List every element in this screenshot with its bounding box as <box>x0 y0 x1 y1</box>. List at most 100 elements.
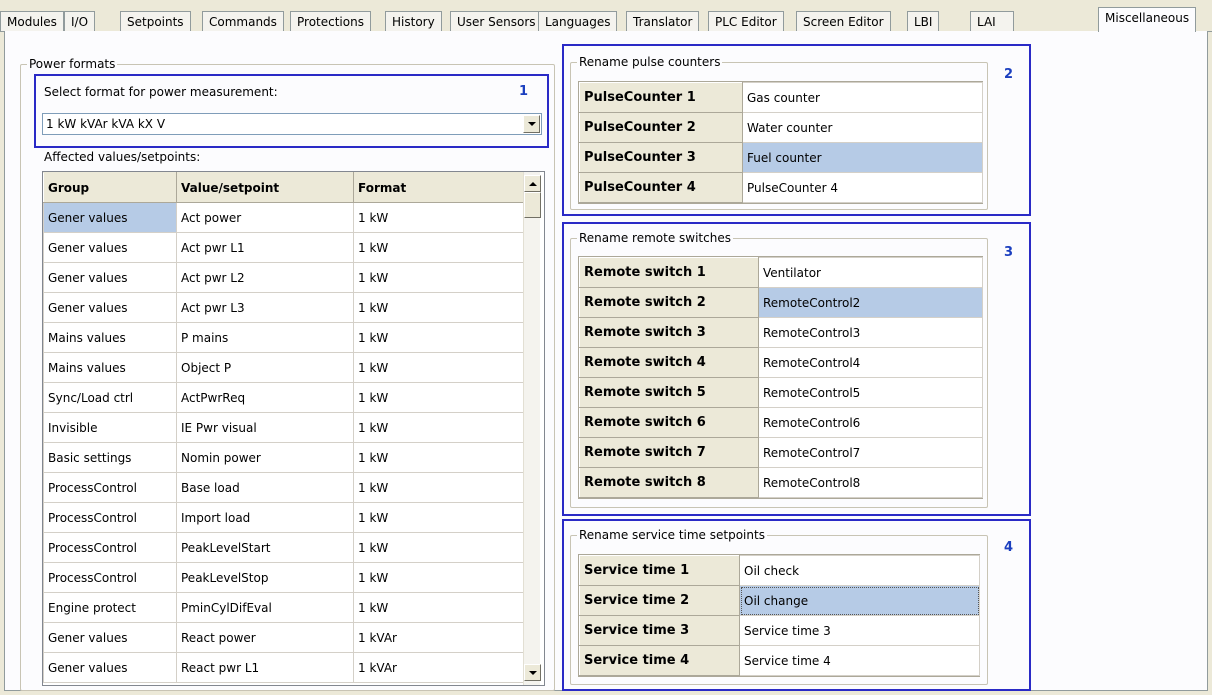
tab-translator[interactable]: Translator <box>626 11 700 31</box>
remote-switch-row[interactable]: Remote switch 5 RemoteControl5 <box>579 377 983 408</box>
column-header-group[interactable]: Group <box>43 172 177 203</box>
scroll-up-icon[interactable] <box>524 175 541 192</box>
format-cell[interactable]: 1 kW <box>353 382 524 413</box>
tab-user-sensors[interactable]: User Sensors <box>450 11 543 31</box>
table-row[interactable]: Gener values Act pwr L2 1 kW <box>43 262 524 293</box>
service-time-row[interactable]: Service time 3 Service time 3 <box>579 615 980 646</box>
remote-switch-value-field[interactable]: RemoteControl8 <box>758 467 983 498</box>
value-setpoint-cell[interactable]: PminCylDifEval <box>176 592 354 623</box>
table-row[interactable]: Gener values React pwr L1 1 kVAr <box>43 652 524 683</box>
group-cell[interactable]: Basic settings <box>43 442 177 473</box>
tab-lbi[interactable]: LBI <box>907 11 940 31</box>
remote-switch-row[interactable]: Remote switch 7 RemoteControl7 <box>579 437 983 468</box>
format-cell[interactable]: 1 kW <box>353 352 524 383</box>
group-cell[interactable]: ProcessControl <box>43 532 177 563</box>
pulse-counter-row[interactable]: PulseCounter 1 Gas counter <box>579 82 983 113</box>
table-row[interactable]: ProcessControl PeakLevelStart 1 kW <box>43 532 524 563</box>
remote-switch-row[interactable]: Remote switch 3 RemoteControl3 <box>579 317 983 348</box>
remote-switch-value-field[interactable]: Ventilator <box>758 257 983 288</box>
value-setpoint-cell[interactable]: React power <box>176 622 354 653</box>
pulse-counter-value-field[interactable]: Gas counter <box>742 82 983 113</box>
value-setpoint-cell[interactable]: P mains <box>176 322 354 353</box>
format-cell[interactable]: 1 kW <box>353 532 524 563</box>
scroll-down-icon[interactable] <box>524 664 541 681</box>
format-cell[interactable]: 1 kW <box>353 232 524 263</box>
table-row[interactable]: Basic settings Nomin power 1 kW <box>43 442 524 473</box>
group-cell[interactable]: Engine protect <box>43 592 177 623</box>
value-setpoint-cell[interactable]: Nomin power <box>176 442 354 473</box>
service-time-row[interactable]: Service time 4 Service time 4 <box>579 645 980 676</box>
group-cell[interactable]: Gener values <box>43 292 177 323</box>
tab-lai[interactable]: LAI <box>970 11 1014 31</box>
tab-modules[interactable]: Modules <box>0 11 64 31</box>
table-row[interactable]: Invisible IE Pwr visual 1 kW <box>43 412 524 443</box>
value-setpoint-cell[interactable]: Act power <box>176 202 354 233</box>
group-cell[interactable]: Gener values <box>43 622 177 653</box>
remote-switch-row[interactable]: Remote switch 1 Ventilator <box>579 257 983 288</box>
chevron-down-icon[interactable] <box>523 115 540 133</box>
value-setpoint-cell[interactable]: Act pwr L2 <box>176 262 354 293</box>
pulse-counter-row[interactable]: PulseCounter 2 Water counter <box>579 112 983 143</box>
service-time-value-field[interactable]: Service time 3 <box>739 615 980 646</box>
format-cell[interactable]: 1 kW <box>353 562 524 593</box>
table-row[interactable]: Gener values Act power 1 kW <box>43 202 524 233</box>
format-cell[interactable]: 1 kW <box>353 292 524 323</box>
remote-switch-row[interactable]: Remote switch 2 RemoteControl2 <box>579 287 983 318</box>
group-cell[interactable]: Gener values <box>43 232 177 263</box>
table-row[interactable]: Gener values Act pwr L1 1 kW <box>43 232 524 263</box>
tab-io[interactable]: I/O <box>64 11 96 31</box>
column-header-value-setpoint[interactable]: Value/setpoint <box>176 172 354 203</box>
table-row[interactable]: Gener values Act pwr L3 1 kW <box>43 292 524 323</box>
value-setpoint-cell[interactable]: PeakLevelStart <box>176 532 354 563</box>
table-row[interactable]: Mains values Object P1 kW <box>43 352 524 383</box>
table-row[interactable]: Engine protect PminCylDifEval 1 kW <box>43 592 524 623</box>
service-time-value-field[interactable]: Service time 4 <box>739 645 980 676</box>
group-cell[interactable]: Invisible <box>43 412 177 443</box>
pulse-counter-row[interactable]: PulseCounter 4 PulseCounter 4 <box>579 172 983 203</box>
value-setpoint-cell[interactable]: PeakLevelStop <box>176 562 354 593</box>
pulse-counter-value-field[interactable]: PulseCounter 4 <box>742 172 983 203</box>
table-scrollbar[interactable] <box>523 172 541 685</box>
group-cell[interactable]: Gener values <box>43 262 177 293</box>
format-cell[interactable]: 1 kVAr <box>353 652 524 683</box>
tab-history[interactable]: History <box>385 11 442 31</box>
group-cell[interactable]: Gener values <box>43 652 177 683</box>
format-cell[interactable]: 1 kVAr <box>353 622 524 653</box>
service-time-value-field[interactable]: Oil check <box>739 555 980 586</box>
pulse-counter-value-field[interactable]: Fuel counter <box>742 142 983 173</box>
group-cell[interactable]: ProcessControl <box>43 502 177 533</box>
value-setpoint-cell[interactable]: Import load <box>176 502 354 533</box>
remote-switch-value-field[interactable]: RemoteControl5 <box>758 377 983 408</box>
remote-switch-value-field[interactable]: RemoteControl6 <box>758 407 983 438</box>
remote-switch-value-field[interactable]: RemoteControl3 <box>758 317 983 348</box>
group-cell[interactable]: ProcessControl <box>43 472 177 503</box>
group-cell[interactable]: Mains values <box>43 322 177 353</box>
tab-protections[interactable]: Protections <box>290 11 371 31</box>
value-setpoint-cell[interactable]: Act pwr L3 <box>176 292 354 323</box>
value-setpoint-cell[interactable]: ActPwrReq <box>176 382 354 413</box>
format-cell[interactable]: 1 kW <box>353 202 524 233</box>
tab-miscellaneous[interactable]: Miscellaneous <box>1098 7 1197 32</box>
power-format-select[interactable]: 1 kW kVAr kVA kX V <box>42 113 542 135</box>
table-row[interactable]: ProcessControl Import load 1 kW <box>43 502 524 533</box>
tab-screen-editor[interactable]: Screen Editor <box>796 11 891 31</box>
tab-plc-editor[interactable]: PLC Editor <box>708 11 784 31</box>
remote-switch-row[interactable]: Remote switch 4 RemoteControl4 <box>579 347 983 378</box>
format-cell[interactable]: 1 kW <box>353 322 524 353</box>
value-setpoint-cell[interactable]: Object P <box>176 352 354 383</box>
remote-switch-value-field[interactable]: RemoteControl7 <box>758 437 983 468</box>
service-time-row[interactable]: Service time 2 Oil change <box>579 585 980 616</box>
table-row[interactable]: ProcessControl Base load 1 kW <box>43 472 524 503</box>
group-cell[interactable]: Gener values <box>43 202 177 233</box>
group-cell[interactable]: Mains values <box>43 352 177 383</box>
tab-setpoints[interactable]: Setpoints <box>120 11 191 31</box>
remote-switch-row[interactable]: Remote switch 6 RemoteControl6 <box>579 407 983 438</box>
format-cell[interactable]: 1 kW <box>353 442 524 473</box>
service-time-row[interactable]: Service time 1 Oil check <box>579 555 980 586</box>
group-cell[interactable]: ProcessControl <box>43 562 177 593</box>
group-cell[interactable]: Sync/Load ctrl <box>43 382 177 413</box>
value-setpoint-cell[interactable]: Act pwr L1 <box>176 232 354 263</box>
remote-switch-value-field[interactable]: RemoteControl4 <box>758 347 983 378</box>
remote-switch-value-field[interactable]: RemoteControl2 <box>758 287 983 318</box>
table-row[interactable]: Sync/Load ctrl ActPwrReq 1 kW <box>43 382 524 413</box>
